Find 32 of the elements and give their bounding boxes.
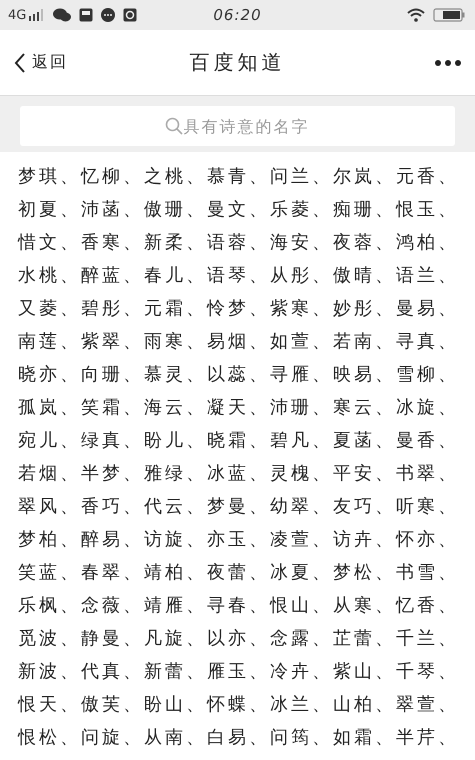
name-list-line: 惜文、香寒、新柔、语蓉、海安、夜蓉、鸿柏、 <box>18 231 460 255</box>
app-icon <box>123 8 138 22</box>
name-list-line: 南莲、紫翠、雨寒、易烟、如萱、若南、寻真、 <box>18 330 460 354</box>
name-list-line: 乐枫、念薇、靖雁、寻春、恨山、从寒、忆香、 <box>18 594 460 618</box>
message-icon <box>101 8 116 22</box>
battery-icon <box>433 8 465 22</box>
name-list-line: 又菱、碧彤、元霜、怜梦、紫寒、妙彤、曼易、 <box>18 297 460 321</box>
name-list-line: 梦琪、忆柳、之桃、慕青、问兰、尔岚、元香、 <box>18 165 460 189</box>
page-title: 百度知道 <box>190 49 286 76</box>
search-field[interactable]: 具有诗意的名字 <box>20 106 455 146</box>
name-list-line: 恨天、傲芙、盼山、怀蝶、冰兰、山柏、翠萱、 <box>18 693 460 717</box>
name-list-line: 若烟、半梦、雅绿、冰蓝、灵槐、平安、书翠、 <box>18 462 460 486</box>
back-button[interactable]: 返回 <box>14 52 68 73</box>
name-list-line: 晓亦、向珊、慕灵、以蕊、寻雁、映易、雪柳、 <box>18 363 460 387</box>
name-list-line: 初夏、沛菡、傲珊、曼文、乐菱、痴珊、恨玉、 <box>18 198 460 222</box>
name-list-line: 水桃、醉蓝、春儿、语琴、从彤、傲晴、语兰、 <box>18 264 460 288</box>
chevron-left-icon <box>14 52 26 72</box>
name-list-line: 笑蓝、春翠、靖柏、夜蕾、冰夏、梦松、书雪、 <box>18 561 460 585</box>
clock-time: 06:20 <box>213 6 262 24</box>
wifi-icon <box>407 8 425 22</box>
chat-icon <box>53 8 72 22</box>
name-list-line: 孤岚、笑霜、海云、凝天、沛珊、寒云、冰旋、 <box>18 396 460 420</box>
more-icon[interactable] <box>435 60 461 66</box>
name-list-line: 宛儿、绿真、盼儿、晓霜、碧凡、夏菡、曼香、 <box>18 429 460 453</box>
name-list-line: 翠风、香巧、代云、梦曼、幼翠、友巧、听寒、 <box>18 495 460 519</box>
name-list-line: 梦柏、醉易、访旋、亦玉、凌萱、访卉、怀亦、 <box>18 528 460 552</box>
name-list-line: 恨松、问旋、从南、白易、问筠、如霜、半芹、 <box>18 726 460 750</box>
search-icon <box>165 117 183 135</box>
network-label: 4G <box>8 8 26 22</box>
name-list-line: 新波、代真、新蕾、雁玉、冷卉、紫山、千琴、 <box>18 660 460 684</box>
signal-icon <box>29 9 46 21</box>
name-list-line: 觅波、静曼、凡旋、以亦、念露、芷蕾、千兰、 <box>18 627 460 651</box>
